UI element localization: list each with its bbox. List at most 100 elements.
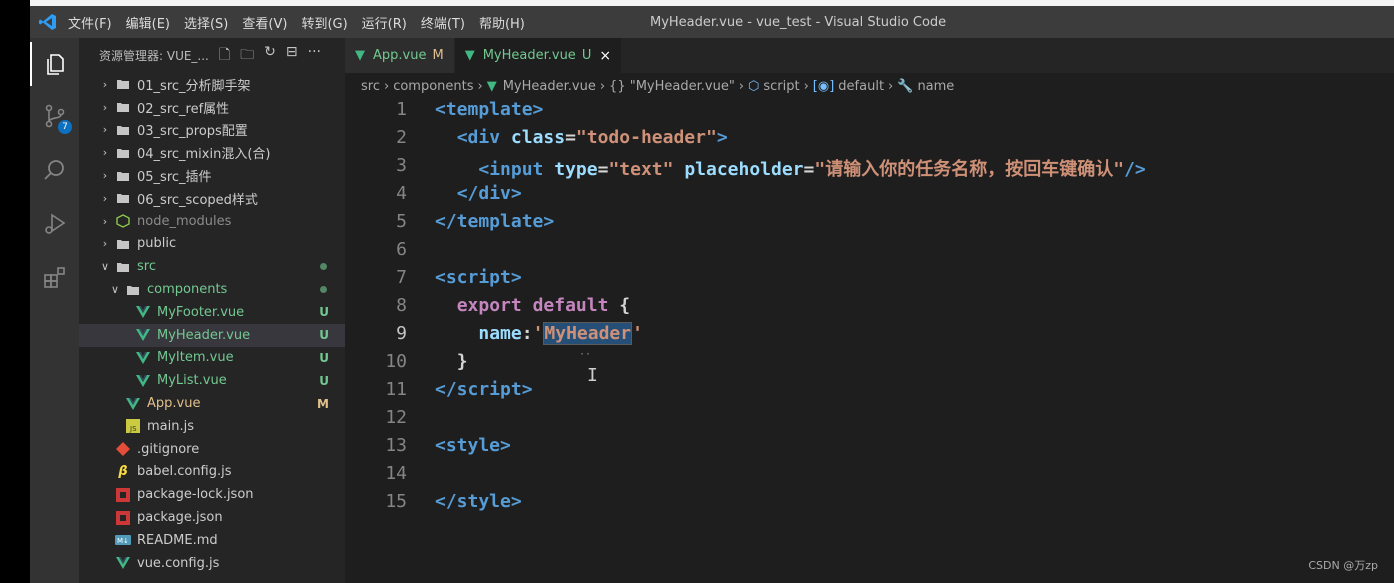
breadcrumb-module[interactable]: {} "MyHeader.vue" xyxy=(609,79,735,94)
chevron-right-icon: › xyxy=(888,78,894,94)
tree-item[interactable]: › 05_src_插件 xyxy=(79,164,345,187)
new-folder-icon[interactable]: 🗀 xyxy=(240,44,254,68)
chevron-right-icon: › xyxy=(477,78,483,94)
chevron-right-icon[interactable]: › xyxy=(99,146,111,159)
breadcrumb-src[interactable]: src xyxy=(361,79,380,94)
menu-file[interactable]: 文件(F) xyxy=(68,13,112,32)
new-file-icon[interactable]: 🗋 xyxy=(219,44,230,68)
tree-item[interactable]: MyHeader.vue U xyxy=(79,323,345,347)
modified-dot-icon xyxy=(320,286,327,294)
chevron-right-icon[interactable]: › xyxy=(99,101,111,114)
npm-icon xyxy=(115,487,131,502)
menu-run[interactable]: 运行(R) xyxy=(362,13,407,32)
refresh-icon[interactable]: ↻ xyxy=(264,44,276,68)
tree-item[interactable]: ∨ components xyxy=(79,278,345,301)
tree-item-label: 05_src_插件 xyxy=(137,170,212,186)
folder-icon xyxy=(115,124,131,136)
line-number: 5 xyxy=(396,211,407,232)
tab-status: U xyxy=(581,48,592,63)
tree-item[interactable]: › 02_src_ref属性 xyxy=(79,96,345,119)
source-control-activity-button[interactable]: 7 xyxy=(30,94,79,138)
chevron-right-icon[interactable]: › xyxy=(99,237,111,250)
files-icon xyxy=(46,54,64,75)
collapse-all-icon[interactable]: ⊟ xyxy=(286,44,298,68)
folder-icon xyxy=(115,192,131,204)
tree-item[interactable]: › 01_src_分析脚手架 xyxy=(79,73,345,96)
chevron-right-icon: › xyxy=(599,78,606,94)
menu-view[interactable]: 查看(V) xyxy=(242,13,287,32)
tree-item-label: 04_src_mixin混入(合) xyxy=(137,147,271,163)
tree-item-label: MyFooter.vue xyxy=(157,304,245,320)
menu-help[interactable]: 帮助(H) xyxy=(479,13,525,32)
breadcrumb-name[interactable]: name xyxy=(917,79,954,94)
tree-item-label: vue.config.js xyxy=(137,555,220,571)
tree-item[interactable]: › 04_src_mixin混入(合) xyxy=(79,141,345,164)
left-dark-band xyxy=(0,0,30,583)
breadcrumb-file[interactable]: MyHeader.vue xyxy=(503,79,596,94)
tab-myheader-vue[interactable]: ▼ MyHeader.vue U × xyxy=(454,38,623,73)
menu-selection[interactable]: 选择(S) xyxy=(184,13,228,32)
text-cursor-icon: I xyxy=(587,365,598,386)
tree-item-label: main.js xyxy=(147,418,194,434)
search-activity-button[interactable] xyxy=(30,148,79,192)
chevron-right-icon[interactable]: › xyxy=(99,192,111,205)
variable-icon: [◉] xyxy=(812,78,835,94)
breadcrumb-components[interactable]: components xyxy=(393,79,473,94)
menu-go[interactable]: 转到(G) xyxy=(301,13,347,32)
vue-file-icon: ▼ xyxy=(355,48,365,63)
tree-item-label: components xyxy=(147,282,228,298)
tree-item[interactable]: vue.config.js xyxy=(79,552,345,575)
tree-item[interactable]: β babel.config.js xyxy=(79,461,345,484)
breadcrumb-default[interactable]: default xyxy=(838,79,884,94)
tree-item[interactable]: package-lock.json xyxy=(79,483,345,506)
vue-file-icon xyxy=(135,306,151,319)
line-number: 9 xyxy=(396,323,407,344)
chevron-right-icon[interactable]: › xyxy=(99,215,111,228)
wrench-icon: 🔧 xyxy=(897,78,914,94)
code-editor[interactable]: 1 2 3 4 5 6 7 8 9 10 11 12 13 14 15 <template> <div cl… xyxy=(345,99,1394,583)
menu-terminal[interactable]: 终端(T) xyxy=(421,13,465,32)
code-line-7: <script> xyxy=(435,267,522,288)
tree-item[interactable]: package.json xyxy=(79,506,345,529)
line-number: 3 xyxy=(396,155,407,176)
chevron-down-icon[interactable]: ∨ xyxy=(99,260,111,273)
npm-icon xyxy=(115,510,131,525)
tree-item[interactable]: › node_modules xyxy=(79,210,345,233)
tab-app-vue[interactable]: ▼ App.vue M xyxy=(345,38,455,73)
tree-item-label: 03_src_props配置 xyxy=(137,124,248,140)
tree-item[interactable]: › 03_src_props配置 xyxy=(79,119,345,142)
line-number: 1 xyxy=(396,99,407,120)
vue-file-icon xyxy=(125,397,141,410)
tree-item-label: MyList.vue xyxy=(157,373,227,389)
vue-file-icon xyxy=(135,351,151,364)
chevron-down-icon[interactable]: ∨ xyxy=(109,283,121,296)
tree-item[interactable]: MyItem.vue U xyxy=(79,347,345,370)
menu-edit[interactable]: 编辑(E) xyxy=(126,13,170,32)
more-icon[interactable]: ··· xyxy=(308,44,321,68)
tree-item-label: package.json xyxy=(137,510,223,526)
tree-item-label: App.vue xyxy=(147,396,201,412)
tree-item[interactable]: App.vue M xyxy=(79,392,345,415)
tree-item[interactable]: M↓ README.md xyxy=(79,529,345,552)
chevron-right-icon[interactable]: › xyxy=(99,169,111,182)
tree-item[interactable]: JS main.js xyxy=(79,415,345,438)
tree-item-label: MyHeader.vue xyxy=(157,327,251,343)
tree-item-label: 01_src_分析脚手架 xyxy=(137,78,251,94)
tree-item[interactable]: .gitignore xyxy=(79,438,345,461)
chevron-right-icon[interactable]: › xyxy=(99,123,111,136)
tree-item-label: 06_src_scoped样式 xyxy=(137,192,258,208)
tree-item[interactable]: ∨ src xyxy=(79,255,345,278)
tree-item[interactable]: MyList.vue U xyxy=(79,369,345,392)
breadcrumb-script[interactable]: script xyxy=(763,79,799,94)
close-icon[interactable]: × xyxy=(599,48,611,64)
run-debug-activity-button[interactable] xyxy=(30,202,79,246)
extensions-activity-button[interactable] xyxy=(30,256,79,300)
tree-item[interactable]: › public xyxy=(79,233,345,256)
tree-item[interactable]: MyFooter.vue U xyxy=(79,301,345,324)
chevron-right-icon[interactable]: › xyxy=(99,78,111,91)
tree-item[interactable]: › 06_src_scoped样式 xyxy=(79,187,345,210)
line-number: 6 xyxy=(396,239,407,260)
code-line-1: <template> xyxy=(435,99,544,120)
explorer-activity-button[interactable] xyxy=(30,42,79,86)
tree-item-label: package-lock.json xyxy=(137,487,254,503)
